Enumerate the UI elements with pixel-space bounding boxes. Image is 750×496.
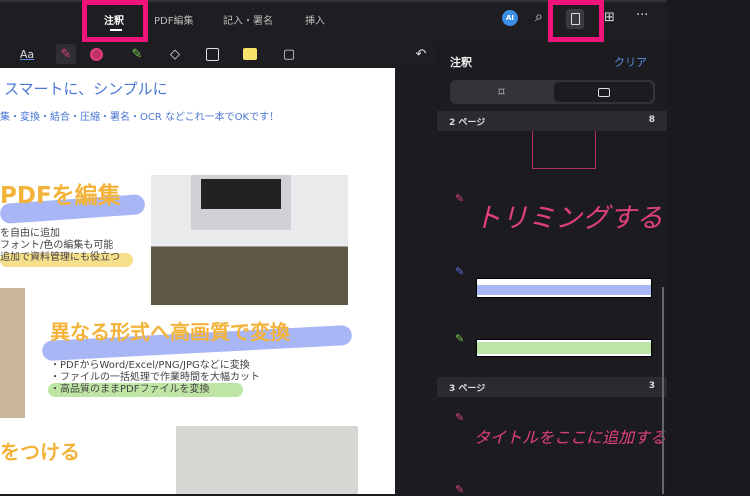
shape-color-icon[interactable]: [86, 44, 106, 64]
undo-icon[interactable]: ↶: [411, 44, 431, 64]
bookmark-tab-icon[interactable]: ⌑: [450, 80, 553, 104]
right-margin: [667, 0, 750, 494]
ai-icon[interactable]: AI: [502, 10, 518, 26]
page-group-header[interactable]: 2 ページ 8: [437, 111, 667, 131]
left-photo: [0, 288, 25, 418]
section1-heading: PDFを編集: [0, 183, 121, 209]
section2-bullets: ・PDFからWord/Excel/PNG/JPGなどに変換 ・ファイルの一括処理で…: [50, 360, 260, 395]
highlight-box: [548, 0, 604, 42]
shape-annotation[interactable]: [532, 131, 596, 169]
laptop-photo: [151, 175, 348, 305]
note-icon[interactable]: [240, 44, 260, 64]
tab-insert[interactable]: 挿入: [305, 12, 325, 27]
panel-title: 注釈: [450, 56, 472, 69]
shape-icon[interactable]: ▢: [279, 44, 299, 64]
ink-annotation[interactable]: タイトルをここに追加する: [474, 424, 666, 448]
highlighter-icon[interactable]: ✎: [127, 44, 147, 64]
pen-icon: ✎: [455, 192, 465, 205]
doc-title: スマートに、シンプルに: [4, 80, 168, 98]
clear-button[interactable]: クリア: [614, 54, 647, 70]
doc-subtitle: 集・変換・結合・圧縮・署名・OCR などこれ一本でOKです！: [0, 112, 280, 123]
scrollbar[interactable]: [662, 287, 664, 494]
pen-icon: ✎: [455, 483, 465, 496]
section2-heading: 異なる形式へ高画質で変換: [50, 320, 290, 344]
grid-icon[interactable]: ⊞: [604, 10, 615, 25]
highlight-box: [82, 0, 148, 42]
document-page[interactable]: スマートに、シンプルに 集・変換・結合・圧縮・署名・OCR などこれ一本でOKで…: [0, 68, 395, 494]
highlighter-icon: ✎: [455, 332, 465, 345]
highlight-annotation-blue[interactable]: [476, 278, 652, 298]
eraser-icon[interactable]: ◇: [165, 44, 185, 64]
page-group-header[interactable]: 3 ページ 3: [437, 377, 667, 397]
highlighter-icon: ✎: [455, 265, 465, 278]
tab-fill-sign[interactable]: 記入・署名: [223, 12, 273, 27]
comment-tab-icon[interactable]: [554, 82, 653, 102]
section1-bullets: を自由に追加 フォント/色の編集も可能 追加で資料管理にも役立つ: [0, 228, 120, 263]
search-icon[interactable]: ⌕: [535, 9, 543, 25]
section3-heading: をつける: [0, 440, 80, 464]
select-area-icon[interactable]: [202, 44, 222, 64]
document-gutter: [395, 68, 437, 494]
tab-pdf-edit[interactable]: PDF編集: [154, 12, 193, 27]
pen-icon: ✎: [455, 411, 465, 424]
ink-annotation[interactable]: トリミングする: [474, 196, 663, 235]
text-tool[interactable]: Aa: [17, 44, 37, 64]
highlight-annotation-green[interactable]: [476, 339, 652, 357]
pen-icon[interactable]: ✎: [56, 44, 76, 64]
meeting-photo: [176, 426, 358, 494]
more-icon[interactable]: ···: [636, 8, 648, 23]
